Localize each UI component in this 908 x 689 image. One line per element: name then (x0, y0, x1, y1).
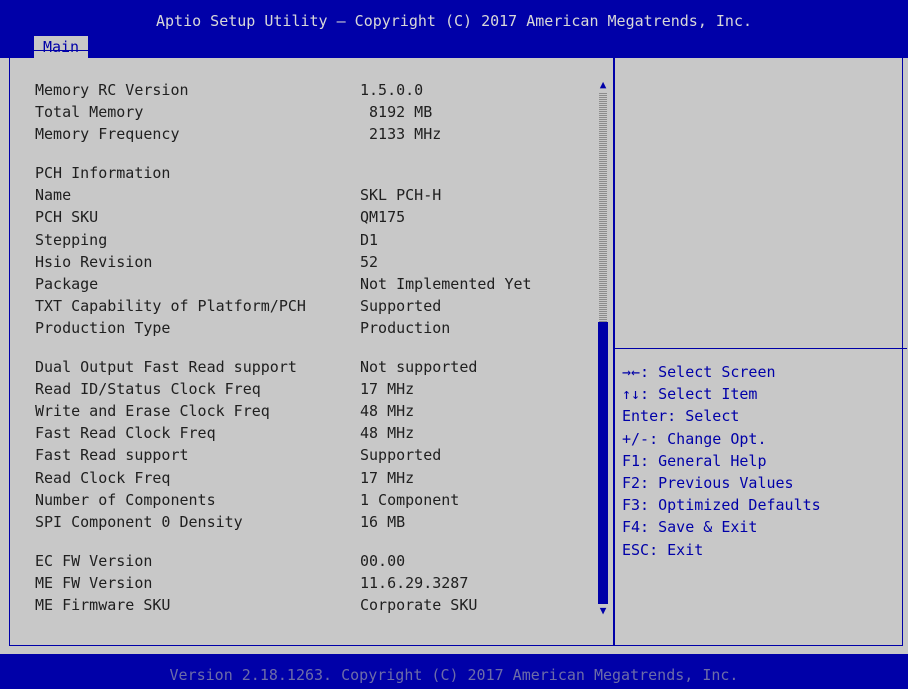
info-label: Stepping (35, 230, 108, 249)
scroll-down-arrow-icon[interactable]: ▼ (597, 604, 609, 618)
info-value: 48 MHz (360, 424, 415, 443)
info-row: Read ID/Status Clock Freq 17 MHz (35, 378, 595, 400)
info-label: Write and Erase Clock Freq (35, 402, 270, 421)
info-label: Memory Frequency (35, 125, 180, 144)
scrollbar[interactable]: ▲ ▼ (597, 78, 609, 618)
info-row: Memory Frequency 2133 MHz (35, 123, 595, 145)
scroll-thumb[interactable] (598, 322, 608, 604)
app-title: Aptio Setup Utility – Copyright (C) 2017… (155, 12, 753, 30)
info-label: TXT Capability of Platform/PCH (35, 296, 306, 315)
info-label: Hsio Revision (35, 252, 153, 271)
info-label: Memory RC Version (35, 81, 189, 99)
info-row: Package Not Implemented Yet (35, 273, 595, 295)
help-item: +/-: Change Opt. (622, 429, 767, 448)
info-label: Name (35, 186, 72, 205)
footer-version-text: Version 2.18.1263. Copyright (C) 2017 Am… (169, 666, 739, 684)
help-item: ESC: Exit (622, 540, 704, 559)
scroll-track[interactable] (599, 92, 607, 322)
info-label: SPI Component 0 Density (35, 512, 243, 531)
info-row (35, 145, 595, 162)
info-value: 1.5.0.0 (360, 81, 424, 99)
info-row (35, 533, 595, 550)
help-item: →←: Select Screen (622, 363, 776, 381)
help-item: F3: Optimized Defaults (622, 496, 821, 515)
help-panel: →←: Select Screen ↑↓: Select Item Enter: S… (622, 361, 902, 561)
info-label: PCH SKU (35, 208, 99, 227)
info-row: SPI Component 0 Density 16 MB (35, 511, 595, 533)
info-label: ME FW Version (35, 573, 153, 592)
info-row: Production Type Production (35, 317, 595, 339)
info-row: Total Memory 8192 MB (35, 101, 595, 123)
info-row: Dual Output Fast Read support Not support… (35, 356, 595, 378)
info-value: 1 Component (360, 490, 460, 509)
info-value: Production (360, 318, 451, 337)
info-row: Read Clock Freq 17 MHz (35, 467, 595, 489)
info-label: EC FW Version (35, 551, 153, 570)
info-label: Read Clock Freq (35, 468, 171, 487)
info-value: D1 (360, 230, 379, 249)
info-value: 17 MHz (360, 380, 415, 399)
info-value: 00.00 (360, 551, 406, 570)
info-value: Supported (360, 446, 442, 465)
info-row: TXT Capability of Platform/PCH Supported (35, 295, 595, 317)
info-value: QM175 (360, 208, 406, 227)
info-value: 16 MB (360, 512, 406, 531)
help-separator (615, 348, 907, 349)
info-value: 48 MHz (360, 402, 415, 421)
info-row: Hsio Revision 52 (35, 251, 595, 273)
info-label: ME Firmware SKU (35, 595, 171, 614)
info-row: ME Firmware SKU Corporate SKU (35, 594, 595, 616)
info-value: Not supported (360, 358, 478, 377)
help-item: Enter: Select (622, 407, 740, 426)
info-row: PCH SKU QM175 (35, 206, 595, 228)
info-value: 8192 MB (360, 103, 433, 122)
info-row: Write and Erase Clock Freq 48 MHz (35, 400, 595, 422)
info-value: Supported (360, 296, 442, 315)
scroll-up-arrow-icon[interactable]: ▲ (597, 78, 609, 92)
info-value: SKL PCH-H (360, 186, 442, 205)
help-item: ↑↓: Select Item (622, 385, 758, 404)
info-list: Memory RC Version 1.5.0.0 Total Memory 819… (35, 79, 595, 616)
info-value: 52 (360, 252, 379, 271)
info-label: Total Memory (35, 103, 144, 122)
footer-bar: Version 2.18.1263. Copyright (C) 2017 Am… (0, 654, 908, 689)
info-value: 11.6.29.3287 (360, 573, 469, 592)
info-label: Fast Read Clock Freq (35, 424, 216, 443)
info-label: Production Type (35, 318, 171, 337)
info-row (35, 339, 595, 356)
info-row: PCH Information (35, 162, 595, 184)
info-value: Corporate SKU (360, 595, 478, 614)
help-item: F1: General Help (622, 451, 767, 470)
info-value: 2133 MHz (360, 125, 442, 144)
help-item: F4: Save & Exit (622, 518, 758, 537)
info-value: 17 MHz (360, 468, 415, 487)
info-label: Read ID/Status Clock Freq (35, 380, 261, 399)
info-row: Fast Read support Supported (35, 444, 595, 466)
info-value: Not Implemented Yet (360, 274, 532, 293)
help-item: F2: Previous Values (622, 473, 794, 492)
info-label: Dual Output Fast Read support (35, 358, 297, 377)
info-row: EC FW Version 00.00 (35, 550, 595, 572)
info-label: Package (35, 274, 99, 293)
info-row: Stepping D1 (35, 229, 595, 251)
info-row: ME FW Version 11.6.29.3287 (35, 572, 595, 594)
info-row: Name SKL PCH-H (35, 184, 595, 206)
info-row: Number of Components 1 Component (35, 489, 595, 511)
info-label: PCH Information (35, 164, 171, 183)
info-row: Memory RC Version 1.5.0.0 (35, 79, 595, 101)
info-row: Fast Read Clock Freq 48 MHz (35, 422, 595, 444)
info-label: Fast Read support (35, 446, 189, 465)
info-label: Number of Components (35, 490, 216, 509)
